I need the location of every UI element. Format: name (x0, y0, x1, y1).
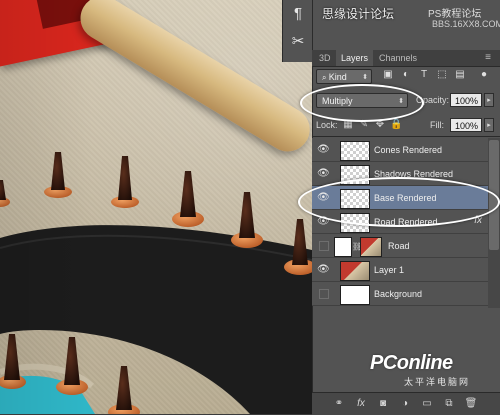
watermark-site: 思缘设计论坛 (322, 7, 395, 21)
folder-icon[interactable]: ▭ (420, 397, 434, 411)
fx-icon[interactable]: fx (354, 397, 368, 411)
tab-layers[interactable]: Layers (336, 50, 374, 66)
eye-icon[interactable]: 👁 (317, 264, 330, 276)
adjustment-icon[interactable]: ◑ (398, 397, 412, 411)
filter-toggle-icon[interactable]: ● (478, 69, 490, 81)
layer-name: Background (374, 289, 423, 299)
layer-row-background[interactable]: Background (312, 282, 488, 306)
highlight-selected-layer (298, 177, 500, 227)
pixel-filter-icon[interactable]: ▣ (382, 69, 394, 81)
layer-name: Road (388, 241, 410, 251)
layer-row-layer-1[interactable]: 👁 Layer 1 (312, 258, 488, 282)
search-icon: ⌕ (322, 73, 329, 82)
visibility-toggle[interactable] (319, 289, 329, 299)
layer-thumbnail (340, 261, 370, 281)
visibility-toggle[interactable] (319, 241, 329, 251)
panel-menu-icon[interactable]: ≡ (480, 50, 496, 66)
watermark-tag: PS教程论坛 (428, 9, 482, 20)
document-canvas[interactable] (0, 0, 312, 414)
smart-object-filter-icon[interactable]: ▤ (454, 69, 466, 81)
filter-kind-select[interactable]: ⌕ Kind ⬍ (316, 69, 372, 84)
type-filter-icon[interactable]: T (418, 69, 430, 81)
layer-mask-thumbnail (360, 237, 382, 257)
tab-channels[interactable]: Channels (374, 50, 422, 66)
logo-sub-text: 太平洋电脑网 (404, 377, 471, 387)
trash-icon[interactable]: 🗑 (464, 397, 478, 411)
layer-thumbnail (340, 285, 370, 305)
layer-row-cones-rendered[interactable]: 👁 Cones Rendered (312, 138, 488, 162)
shape-filter-icon[interactable]: ⬚ (436, 69, 448, 81)
mask-icon[interactable]: ◙ (376, 397, 390, 411)
watermark-url: BBS.16XX8.COM (432, 19, 500, 29)
eye-icon[interactable]: 👁 (317, 168, 330, 180)
logo-main-text: PConline (370, 352, 453, 374)
opacity-field[interactable]: 100% (450, 93, 482, 107)
panel-tabs: 3D Layers Channels ≡ (312, 50, 500, 67)
pconline-logo: PConline 太平洋电脑网 (370, 352, 498, 392)
tab-3d[interactable]: 3D (314, 50, 336, 66)
adjustment-filter-icon[interactable]: ◐ (400, 69, 412, 81)
layer-thumbnail (334, 237, 352, 257)
layer-thumbnail (340, 141, 370, 161)
layer-row-road[interactable]: ⛓ Road (312, 234, 488, 258)
canvas-vignette (0, 0, 312, 414)
tool-strip: ¶ ✂ (282, 0, 313, 62)
fill-field[interactable]: 100% (450, 118, 482, 132)
chevron-down-icon: ⬍ (362, 74, 368, 81)
opacity-dropdown-icon[interactable]: ▸ (484, 93, 494, 107)
layer-name: Cones Rendered (374, 145, 443, 155)
filter-kind-label: Kind (328, 72, 347, 82)
new-layer-icon[interactable]: ⧉ (442, 397, 456, 411)
tools-icon[interactable]: ✂ (286, 30, 310, 54)
fill-label: Fill: (430, 120, 444, 130)
filter-row: ⌕ Kind ⬍ ▣ ◐ T ⬚ ▤ ● (312, 67, 500, 87)
panel-bottom-bar: ⚭ fx ◙ ◑ ▭ ⧉ 🗑 (312, 392, 500, 415)
layer-name: Layer 1 (374, 265, 405, 275)
highlight-blend-mode (300, 84, 424, 122)
link-icon[interactable]: ⚭ (332, 397, 346, 411)
paragraph-icon[interactable]: ¶ (286, 2, 310, 26)
lock-all-icon[interactable]: 🔒 (390, 119, 402, 131)
eye-icon[interactable]: 👁 (317, 144, 330, 156)
watermark: 思缘设计论坛 PS教程论坛 BBS.16XX8.COM (318, 3, 500, 47)
lock-label: Lock: (316, 120, 338, 130)
fill-dropdown-icon[interactable]: ▸ (484, 118, 494, 132)
